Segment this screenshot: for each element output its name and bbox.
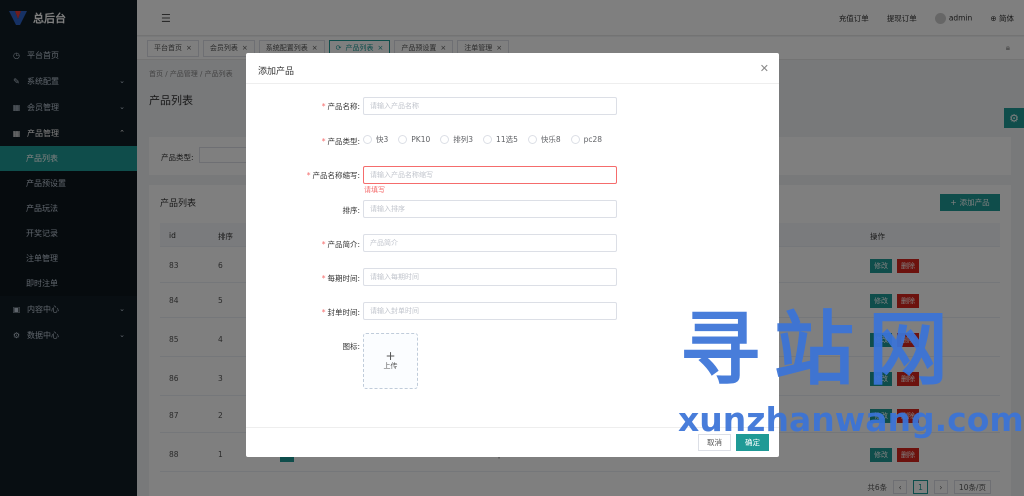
placeholder: 请输入每期时间 — [370, 273, 419, 281]
radio-label: 11选5 — [496, 135, 518, 144]
label-text: 产品名称缩写: — [312, 171, 360, 180]
intro-input[interactable]: 产品简介 — [363, 234, 617, 252]
close-icon[interactable]: ✕ — [760, 62, 769, 75]
placeholder: 产品简介 — [370, 239, 398, 247]
radio-pl3[interactable]: 排列3 — [440, 134, 473, 145]
sort-input[interactable]: 请输入排序 — [363, 200, 617, 218]
radio-label: pc28 — [583, 135, 603, 144]
add-product-dialog: 添加产品 ✕ * 产品名称: 请输入产品名称 * 产品类型: 快3 PK10 排列3… — [246, 53, 779, 457]
sort-label: 排序: — [246, 205, 360, 216]
label-text: 产品名称: — [327, 102, 360, 111]
watermark-en: xunzhanwang.com — [678, 400, 1024, 439]
label-text: 产品简介: — [327, 240, 360, 249]
watermark-cn: 寻站网 — [680, 303, 962, 396]
icon-uploader[interactable]: + 上传 — [363, 333, 418, 389]
radio-label: PK10 — [411, 135, 431, 144]
radio-circle — [483, 135, 493, 144]
dialog-divider — [246, 83, 779, 84]
icon-label: 图标: — [246, 341, 360, 352]
radio-kl8[interactable]: 快乐8 — [527, 134, 561, 145]
placeholder: 请输入产品名称 — [370, 102, 419, 110]
product-type-radio-group: 快3 PK10 排列3 11选5 快乐8 pc28 — [363, 134, 602, 145]
radio-k3[interactable]: 快3 — [363, 134, 388, 145]
upload-label: 上传 — [383, 362, 398, 370]
radio-circle — [440, 135, 450, 144]
radio-circle — [363, 135, 372, 144]
plus-icon: + — [385, 349, 396, 363]
dialog-title: 添加产品 — [258, 67, 295, 77]
radio-label: 排列3 — [453, 135, 474, 144]
label-text: 图标: — [342, 342, 360, 351]
code-error-message: 请填写 — [364, 186, 385, 194]
label-text: 排序: — [342, 206, 360, 215]
type-label: * 产品类型: — [321, 137, 360, 146]
product-name-input[interactable]: 请输入产品名称 — [363, 97, 617, 115]
name-label: * 产品名称: — [321, 102, 360, 111]
radio-label: 快乐8 — [540, 135, 561, 144]
label-text: 产品类型: — [327, 137, 360, 146]
period-input[interactable]: 请输入每期时间 — [363, 268, 617, 286]
radio-pk10[interactable]: PK10 — [398, 135, 430, 144]
code-label: * 产品名称缩写: — [306, 171, 360, 180]
close-time-input[interactable]: 请输入封单时间 — [363, 302, 617, 320]
close-time-label: * 封单时间: — [321, 308, 360, 317]
placeholder: 请输入产品名称缩写 — [370, 171, 433, 179]
radio-label: 快3 — [376, 135, 389, 144]
radio-11x5[interactable]: 11选5 — [483, 134, 518, 145]
placeholder: 请输入排序 — [370, 205, 405, 213]
radio-circle — [570, 135, 580, 144]
period-label: * 每期时间: — [321, 274, 360, 283]
radio-circle — [527, 135, 537, 144]
label-text: 封单时间: — [327, 308, 360, 317]
intro-label: * 产品简介: — [321, 240, 360, 249]
radio-circle — [398, 135, 408, 144]
radio-pc28[interactable]: pc28 — [570, 135, 603, 144]
product-code-input[interactable]: 请输入产品名称缩写 — [363, 166, 617, 184]
placeholder: 请输入封单时间 — [370, 307, 419, 315]
label-text: 每期时间: — [327, 274, 360, 283]
